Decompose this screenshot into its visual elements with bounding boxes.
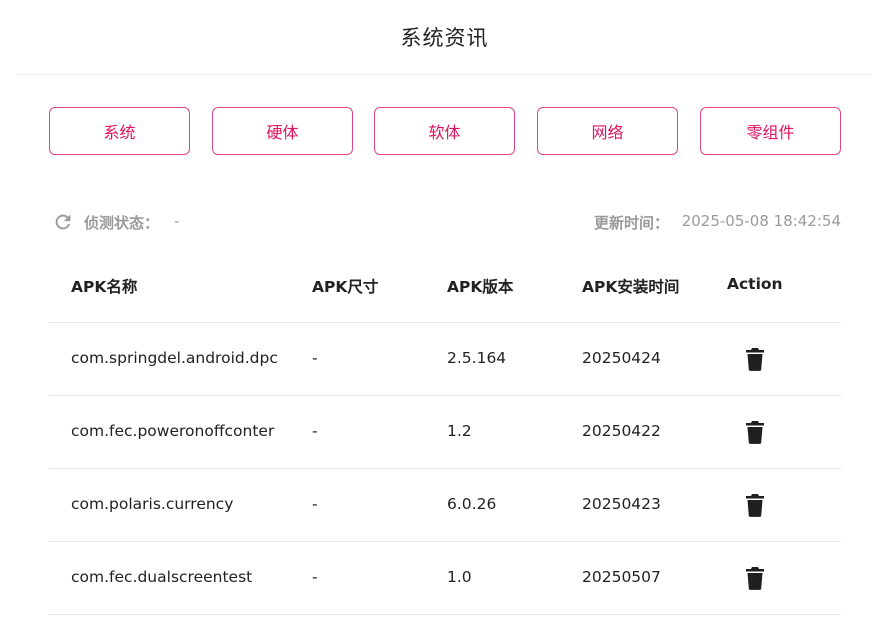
- refresh-icon[interactable]: [52, 211, 74, 233]
- apk-name: com.springdel.android.dpc: [71, 349, 278, 367]
- status-row: 侦测状态： - 更新时间： 2025-05-08 18:42:54: [49, 208, 841, 236]
- tab-hardware[interactable]: 硬体: [212, 107, 353, 155]
- trash-icon[interactable]: [745, 493, 765, 517]
- apk-size: -: [312, 349, 318, 367]
- category-tabs: 系统 硬体 软体 网络 零组件: [49, 107, 841, 155]
- tab-software[interactable]: 软体: [374, 107, 515, 155]
- table-row: com.springdel.android.dpc - 2.5.164 2025…: [49, 323, 841, 396]
- table-row: com.fec.poweronoffconter - 1.2 20250422: [49, 396, 841, 469]
- table-row: com.fec.dualscreentest - 1.0 20250507: [49, 542, 841, 615]
- apk-version: 1.0: [447, 568, 472, 586]
- trash-icon[interactable]: [745, 420, 765, 444]
- tab-network[interactable]: 网络: [537, 107, 678, 155]
- apk-size: -: [312, 422, 318, 440]
- apk-install-time: 20250423: [582, 495, 661, 513]
- trash-icon[interactable]: [745, 347, 765, 371]
- column-header-install-time: APK安装时间: [582, 278, 680, 296]
- apk-version: 1.2: [447, 422, 472, 440]
- column-header-size: APK尺寸: [312, 278, 379, 296]
- apk-size: -: [312, 568, 318, 586]
- column-header-action: Action: [727, 275, 783, 293]
- update-time-value: 2025-05-08 18:42:54: [681, 212, 841, 230]
- trash-icon[interactable]: [745, 566, 765, 590]
- apk-size: -: [312, 495, 318, 513]
- table-row: com.polaris.currency - 6.0.26 20250423: [49, 469, 841, 542]
- table-header: APK名称 APK尺寸 APK版本 APK安装时间 Action: [49, 250, 841, 323]
- page-header: 系统资讯: [17, 0, 872, 75]
- apk-name: com.fec.poweronoffconter: [71, 422, 275, 440]
- detect-status-label: 侦测状态：: [84, 214, 160, 232]
- tab-system[interactable]: 系统: [49, 107, 190, 155]
- apk-version: 6.0.26: [447, 495, 497, 513]
- apk-table: APK名称 APK尺寸 APK版本 APK安装时间 Action com.spr…: [49, 250, 841, 615]
- apk-install-time: 20250422: [582, 422, 661, 440]
- apk-install-time: 20250507: [582, 568, 661, 586]
- apk-install-time: 20250424: [582, 349, 661, 367]
- apk-version: 2.5.164: [447, 349, 507, 367]
- detect-status-value: -: [174, 212, 180, 230]
- apk-name: com.polaris.currency: [71, 495, 234, 513]
- update-time-label: 更新时间：: [594, 214, 670, 232]
- tab-components[interactable]: 零组件: [700, 107, 841, 155]
- page-title: 系统资讯: [400, 26, 489, 50]
- apk-name: com.fec.dualscreentest: [71, 568, 253, 586]
- column-header-name: APK名称: [71, 278, 138, 296]
- column-header-version: APK版本: [447, 278, 514, 296]
